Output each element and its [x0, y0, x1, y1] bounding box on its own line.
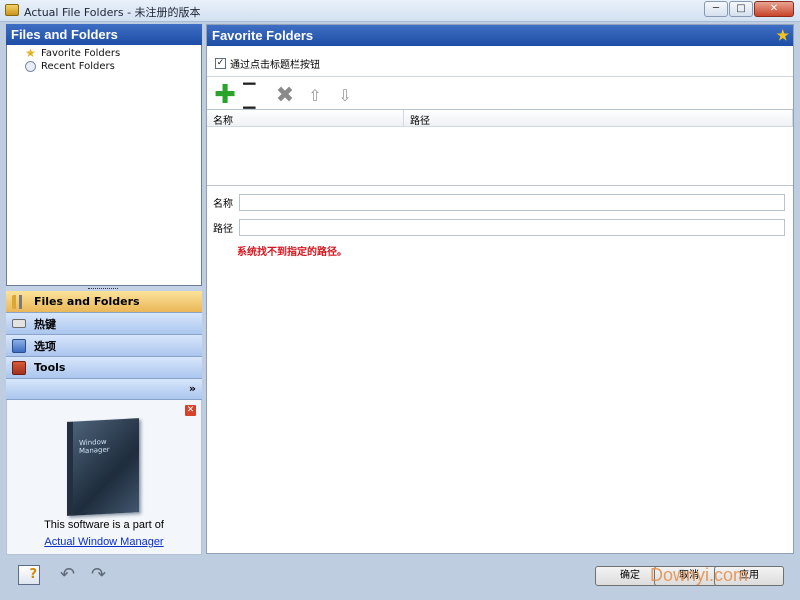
nav-tools[interactable]: Tools — [6, 357, 202, 379]
chevron-more-icon: » — [188, 382, 196, 395]
undo-icon[interactable]: ↶ — [60, 564, 84, 585]
tree-item-label: Favorite Folders — [41, 48, 121, 59]
right-panel: Favorite Folders ★ ✓ 通过点击标题栏按钮 ✚ −− ✖ ⇧ … — [206, 24, 794, 554]
folder-tree: ★ Favorite Folders Recent Folders — [6, 45, 202, 286]
help-icon[interactable]: ? — [18, 565, 40, 585]
path-error-message: 系统找不到指定的路径。 — [237, 247, 347, 258]
nav-label: Files and Folders — [34, 295, 140, 308]
keyboard-icon — [12, 319, 26, 328]
maximize-button[interactable]: □ — [729, 1, 753, 17]
promo-text: This software is a part of — [44, 519, 164, 531]
plus-icon: ✚ — [214, 80, 236, 110]
column-path[interactable]: 路径 — [404, 110, 793, 127]
window-title: Actual File Folders - 未注册的版本 — [24, 6, 201, 19]
nav-more-button[interactable]: » — [6, 379, 202, 400]
name-row: 名称 — [213, 194, 785, 211]
site-watermark: Downyi.com — [650, 565, 749, 585]
promo-link[interactable]: Actual Window Manager — [7, 536, 201, 548]
close-button[interactable]: ✕ — [754, 1, 794, 17]
move-up-button[interactable]: ⇧ — [301, 83, 329, 107]
delete-x-icon: ✖ — [275, 82, 295, 108]
nav-label: Tools — [34, 361, 66, 374]
nav-hotkeys[interactable]: 热键 — [6, 313, 202, 335]
title-bar: Actual File Folders - 未注册的版本 ─ □ ✕ — [0, 0, 800, 22]
promo-close-icon[interactable]: ✕ — [185, 405, 196, 416]
nav-files-and-folders[interactable]: Files and Folders — [6, 291, 202, 313]
left-panel: Files and Folders ★ Favorite Folders Rec… — [6, 24, 202, 555]
right-panel-title: Favorite Folders — [212, 28, 314, 43]
nav-label: 热键 — [34, 317, 56, 331]
nav-options[interactable]: 选项 — [6, 335, 202, 357]
options-icon — [12, 338, 26, 353]
name-label: 名称 — [213, 199, 233, 210]
tree-item-label: Recent Folders — [41, 61, 115, 72]
left-panel-header: Files and Folders — [6, 24, 202, 45]
remove-folder-button[interactable]: −− — [241, 71, 269, 119]
checkbox-label: 通过点击标题栏按钮 — [230, 60, 320, 71]
product-box-image: Window Manager — [67, 418, 139, 516]
tools-icon — [12, 360, 26, 375]
delete-folder-button[interactable]: ✖ — [271, 82, 299, 108]
arrow-down-icon: ⇩ — [338, 85, 352, 105]
app-folder-icon — [5, 4, 19, 16]
titlebar-button-option[interactable]: ✓ 通过点击标题栏按钮 — [215, 56, 320, 71]
divider — [207, 76, 793, 77]
minimize-button[interactable]: ─ — [704, 1, 728, 17]
promo-panel: ✕ Window Manager This software is a part… — [6, 400, 202, 555]
tree-item-favorite-folders[interactable]: ★ Favorite Folders — [25, 47, 201, 60]
clock-icon — [25, 61, 36, 72]
star-icon: ★ — [25, 46, 36, 60]
folders-table[interactable]: 名称 路径 — [207, 109, 793, 186]
path-label: 路径 — [213, 224, 233, 235]
column-name[interactable]: 名称 — [207, 110, 404, 127]
path-input[interactable] — [239, 219, 785, 236]
tree-item-recent-folders[interactable]: Recent Folders — [25, 60, 201, 73]
folder-toolbar: ✚ −− ✖ ⇧ ⇩ — [211, 71, 361, 119]
arrow-up-icon: ⇧ — [308, 85, 322, 105]
path-row: 路径 — [213, 219, 785, 236]
add-folder-button[interactable]: ✚ — [211, 80, 239, 110]
move-down-button[interactable]: ⇩ — [331, 83, 359, 107]
panel-splitter[interactable] — [6, 286, 202, 291]
favorite-star-icon[interactable]: ★ — [776, 27, 789, 44]
folders-icon — [12, 294, 26, 309]
table-header: 名称 路径 — [207, 110, 793, 127]
nav-label: 选项 — [34, 339, 56, 353]
window-controls: ─ □ ✕ — [703, 1, 794, 17]
name-input[interactable] — [239, 194, 785, 211]
right-panel-header: Favorite Folders ★ — [207, 25, 793, 46]
titlebar-button-checkbox[interactable]: ✓ — [215, 58, 226, 69]
box-title: Window Manager — [79, 437, 110, 456]
redo-icon[interactable]: ↷ — [91, 564, 115, 585]
